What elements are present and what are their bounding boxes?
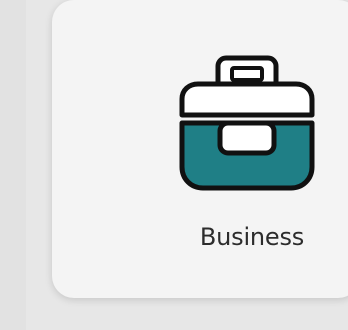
card-label: Business	[199, 223, 305, 251]
viewport: Business	[0, 0, 348, 330]
page-margin	[0, 0, 26, 330]
briefcase-icon	[162, 50, 332, 195]
category-card-business[interactable]: Business	[52, 0, 348, 298]
